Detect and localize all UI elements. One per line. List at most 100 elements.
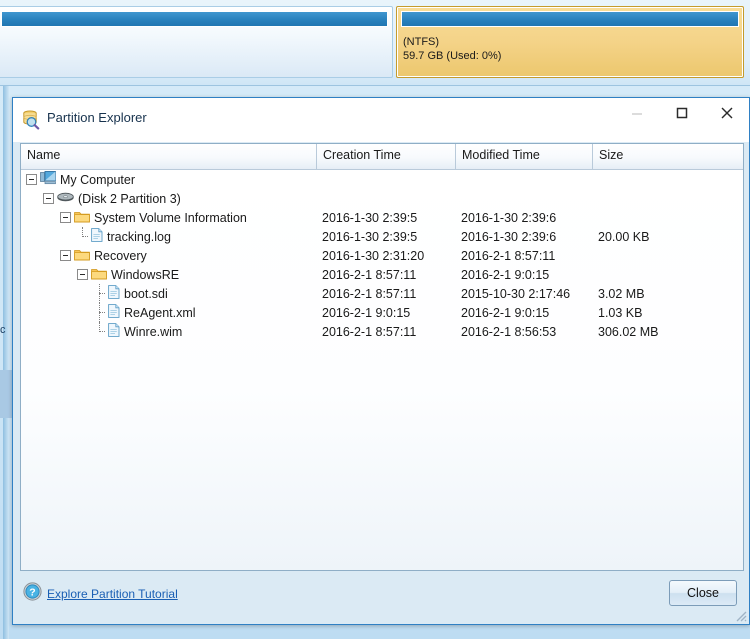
tree-node-label: (Disk 2 Partition 3): [78, 191, 181, 206]
tree-node-label: Winre.wim: [124, 324, 183, 339]
tree-row[interactable]: tracking.log 2016-1-30 2:39:5 2016-1-30 2:…: [21, 227, 743, 246]
tree-row-name-cell: My Computer: [21, 170, 317, 189]
tree-collapse-toggle[interactable]: [60, 212, 71, 223]
file-tree-body: My Computer (Disk 2 Partition 3) System Vo…: [21, 170, 743, 570]
tree-node-label: boot.sdi: [124, 286, 168, 301]
background-left-rail: [3, 86, 9, 639]
tree-node-label: System Volume Information: [94, 210, 247, 225]
tree-row-name-cell: ReAgent.xml: [21, 303, 317, 322]
tree-row-modified-time: 2015-10-30 2:17:46: [461, 286, 571, 301]
tree-row-modified-time: 2016-2-1 9:0:15: [461, 267, 550, 282]
close-icon: [721, 107, 732, 118]
column-header-size[interactable]: Size: [593, 144, 743, 169]
tree-row-name-cell: boot.sdi: [21, 284, 317, 303]
partition-capacity-label: 59.7 GB (Used: 0%): [403, 50, 502, 62]
folder-icon: [74, 248, 90, 264]
tree-collapse-toggle[interactable]: [60, 250, 71, 261]
tree-row-name-cell: WindowsRE: [21, 265, 317, 284]
tree-row-name-cell: Recovery: [21, 246, 317, 265]
tree-row-modified-time: 2016-2-1 8:56:53: [461, 324, 557, 339]
tree-node-label: My Computer: [60, 172, 136, 187]
tree-row-modified-time: 2016-2-1 9:0:15: [461, 305, 550, 320]
tree-row[interactable]: Winre.wim 2016-2-1 8:57:11 2016-2-1 8:56:5…: [21, 322, 743, 341]
explore-partition-tutorial-link[interactable]: Explore Partition Tutorial: [47, 587, 178, 601]
tree-row-creation-time: 2016-2-1 8:57:11: [322, 267, 417, 282]
file-icon: [108, 323, 120, 340]
column-header-creation-time[interactable]: Creation Time: [317, 144, 456, 169]
minimize-button[interactable]: [614, 98, 659, 127]
tree-row-size: 1.03 KB: [598, 305, 643, 320]
resize-grip[interactable]: [733, 608, 747, 622]
partition-usage-bar: [401, 11, 739, 27]
tree-row-name-cell: (Disk 2 Partition 3): [21, 189, 317, 208]
file-icon: [108, 304, 120, 321]
tree-row-size: 306.02 MB: [598, 324, 659, 339]
column-header-row: Name Creation Time Modified Time Size: [21, 144, 743, 170]
tree-row-creation-time: 2016-1-30 2:39:5: [322, 229, 418, 244]
tree-row-name-cell: tracking.log: [21, 227, 317, 246]
tree-row[interactable]: (Disk 2 Partition 3): [21, 189, 743, 208]
svg-text:?: ?: [29, 587, 35, 599]
dialog-title: Partition Explorer: [47, 110, 147, 125]
tree-row-creation-time: 2016-1-30 2:31:20: [322, 248, 425, 263]
close-button[interactable]: Close: [669, 580, 737, 606]
file-tree-panel: Name Creation Time Modified Time Size My…: [20, 143, 744, 571]
partition-block-selected[interactable]: (NTFS) 59.7 GB (Used: 0%): [396, 6, 744, 78]
file-icon: [91, 228, 103, 245]
tree-row-name-cell: System Volume Information: [21, 208, 317, 227]
column-header-modified-time[interactable]: Modified Time: [456, 144, 593, 169]
dialog-footer: ? Explore Partition Tutorial Close: [13, 570, 749, 624]
tree-row-modified-time: 2016-2-1 8:57:11: [461, 248, 556, 263]
tree-row-creation-time: 2016-2-1 8:57:11: [322, 324, 417, 339]
dialog-titlebar[interactable]: Partition Explorer: [13, 98, 749, 142]
close-window-button[interactable]: [704, 98, 749, 127]
tree-node-label: Recovery: [94, 248, 147, 263]
tree-row[interactable]: My Computer: [21, 170, 743, 189]
background-left-highlight-band: [0, 370, 12, 418]
tree-row[interactable]: Recovery 2016-1-30 2:31:20 2016-2-1 8:57:1…: [21, 246, 743, 265]
help-icon[interactable]: ?: [23, 582, 42, 606]
partition-block-unselected[interactable]: [0, 6, 393, 78]
tree-row-modified-time: 2016-1-30 2:39:6: [461, 229, 557, 244]
tree-node-label: ReAgent.xml: [124, 305, 196, 320]
minimize-icon: [631, 112, 642, 115]
tree-row-size: 3.02 MB: [598, 286, 645, 301]
tree-row[interactable]: System Volume Information 2016-1-30 2:39:…: [21, 208, 743, 227]
tree-row[interactable]: ReAgent.xml 2016-2-1 9:0:15 2016-2-1 9:0:1…: [21, 303, 743, 322]
tree-row[interactable]: boot.sdi 2016-2-1 8:57:11 2015-10-30 2:17:…: [21, 284, 743, 303]
tree-row-modified-time: 2016-1-30 2:39:6: [461, 210, 557, 225]
partition-filesystem-label: (NTFS): [403, 36, 440, 48]
disk-icon: [57, 191, 74, 207]
column-header-name[interactable]: Name: [21, 144, 317, 169]
disk-map-strip: (NTFS) 59.7 GB (Used: 0%): [0, 0, 750, 86]
tree-collapse-toggle[interactable]: [26, 174, 37, 185]
tree-row-name-cell: Winre.wim: [21, 322, 317, 341]
file-icon: [108, 285, 120, 302]
tree-branch-line: [94, 303, 105, 322]
background-stray-text: c: [0, 324, 6, 336]
tree-row[interactable]: WindowsRE 2016-2-1 8:57:11 2016-2-1 9:0:15: [21, 265, 743, 284]
tree-row-size: 20.00 KB: [598, 229, 650, 244]
tree-collapse-toggle[interactable]: [43, 193, 54, 204]
folder-icon: [91, 267, 107, 283]
tree-branch-line: [77, 227, 88, 246]
folder-icon: [74, 210, 90, 226]
partition-explorer-icon: [20, 108, 42, 130]
maximize-button[interactable]: [659, 98, 704, 127]
tree-node-label: tracking.log: [107, 229, 171, 244]
computer-icon: [40, 170, 56, 189]
maximize-icon: [676, 107, 687, 118]
tree-row-creation-time: 2016-2-1 8:57:11: [322, 286, 417, 301]
tree-branch-line: [94, 284, 105, 303]
tree-collapse-toggle[interactable]: [77, 269, 88, 280]
partition-explorer-dialog: Partition Explorer Name Creation Time Mo…: [12, 97, 750, 625]
tree-node-label: WindowsRE: [111, 267, 180, 282]
